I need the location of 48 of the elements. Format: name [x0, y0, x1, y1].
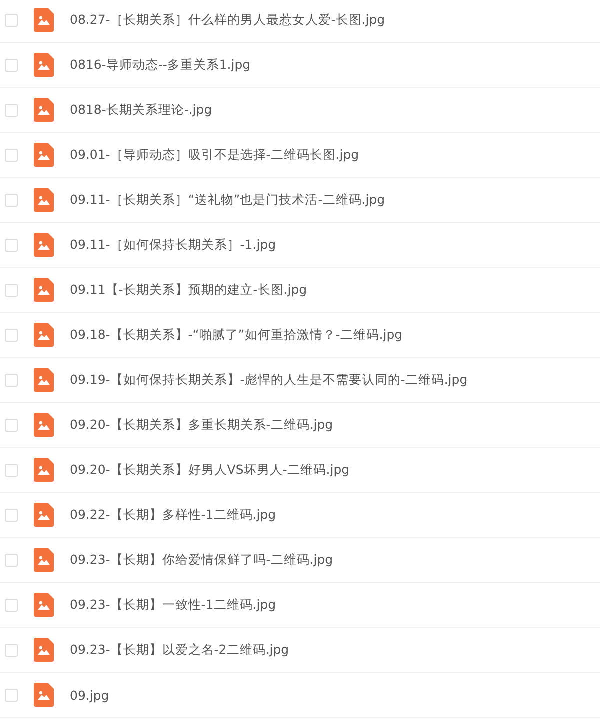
checkbox[interactable]: [5, 374, 18, 386]
image-file-icon: [34, 233, 54, 257]
checkbox[interactable]: [5, 554, 18, 566]
file-name[interactable]: 0816-导师动态--多重关系1.jpg: [70, 56, 251, 74]
image-file-icon: [34, 188, 54, 212]
checkbox[interactable]: [5, 464, 18, 476]
image-file-icon: [34, 683, 54, 707]
checkbox[interactable]: [5, 688, 18, 702]
checkbox[interactable]: [5, 194, 18, 206]
file-name[interactable]: 09.20-【长期关系】好男人VS坏男人-二维码.jpg: [70, 462, 350, 478]
checkbox[interactable]: [5, 148, 18, 162]
checkbox[interactable]: [5, 58, 18, 72]
checkbox[interactable]: [5, 238, 18, 252]
checkbox[interactable]: [5, 284, 18, 296]
file-name[interactable]: 09.19-【如何保持长期关系】-彪悍的人生是不需要认同的-二维码.jpg: [70, 372, 468, 388]
image-file-icon: [34, 98, 54, 122]
file-name[interactable]: 09.01-［导师动态］吸引不是选择-二维码长图.jpg: [70, 146, 360, 164]
checkbox[interactable]: [5, 418, 18, 432]
image-file-icon: [34, 413, 54, 437]
image-file-icon: [34, 53, 54, 77]
image-file-icon: [34, 458, 54, 482]
file-name[interactable]: 08.27-［长期关系］什么样的男人最惹女人爱-长图.jpg: [70, 12, 386, 28]
image-file-icon: [34, 638, 54, 662]
file-name[interactable]: 09.jpg: [70, 688, 110, 702]
file-name[interactable]: 09.23-【长期】以爱之名-2二维码.jpg: [70, 642, 290, 658]
file-name[interactable]: 0818-长期关系理论-.jpg: [70, 102, 212, 118]
checkbox[interactable]: [5, 14, 18, 26]
checkbox[interactable]: [5, 104, 18, 116]
image-file-icon: [34, 368, 54, 392]
file-name[interactable]: 09.11【-长期关系】预期的建立-长图.jpg: [70, 282, 308, 298]
image-file-icon: [34, 323, 54, 347]
image-file-icon: [34, 503, 54, 527]
image-file-icon: [34, 143, 54, 167]
file-name[interactable]: 09.22-【长期】多样性-1二维码.jpg: [70, 506, 276, 524]
image-file-icon: [34, 8, 54, 32]
checkbox[interactable]: [5, 328, 18, 342]
image-file-icon: [34, 593, 54, 617]
file-name[interactable]: 09.23-【长期】一致性-1二维码.jpg: [70, 596, 276, 614]
file-name[interactable]: 09.23-【长期】你给爱情保鲜了吗-二维码.jpg: [70, 552, 334, 568]
checkbox[interactable]: [5, 644, 18, 656]
image-file-icon: [34, 548, 54, 572]
file-name[interactable]: 09.20-【长期关系】多重长期关系-二维码.jpg: [70, 416, 334, 434]
file-name[interactable]: 09.11-［长期关系］“送礼物”也是门技术活-二维码.jpg: [70, 192, 386, 208]
checkbox[interactable]: [5, 508, 18, 522]
file-name[interactable]: 09.18-【长期关系】-“啪腻了”如何重拾激情？-二维码.jpg: [70, 326, 403, 344]
checkbox[interactable]: [5, 598, 18, 612]
file-name[interactable]: 09.11-［如何保持长期关系］-1.jpg: [70, 236, 276, 254]
image-file-icon: [34, 278, 54, 302]
